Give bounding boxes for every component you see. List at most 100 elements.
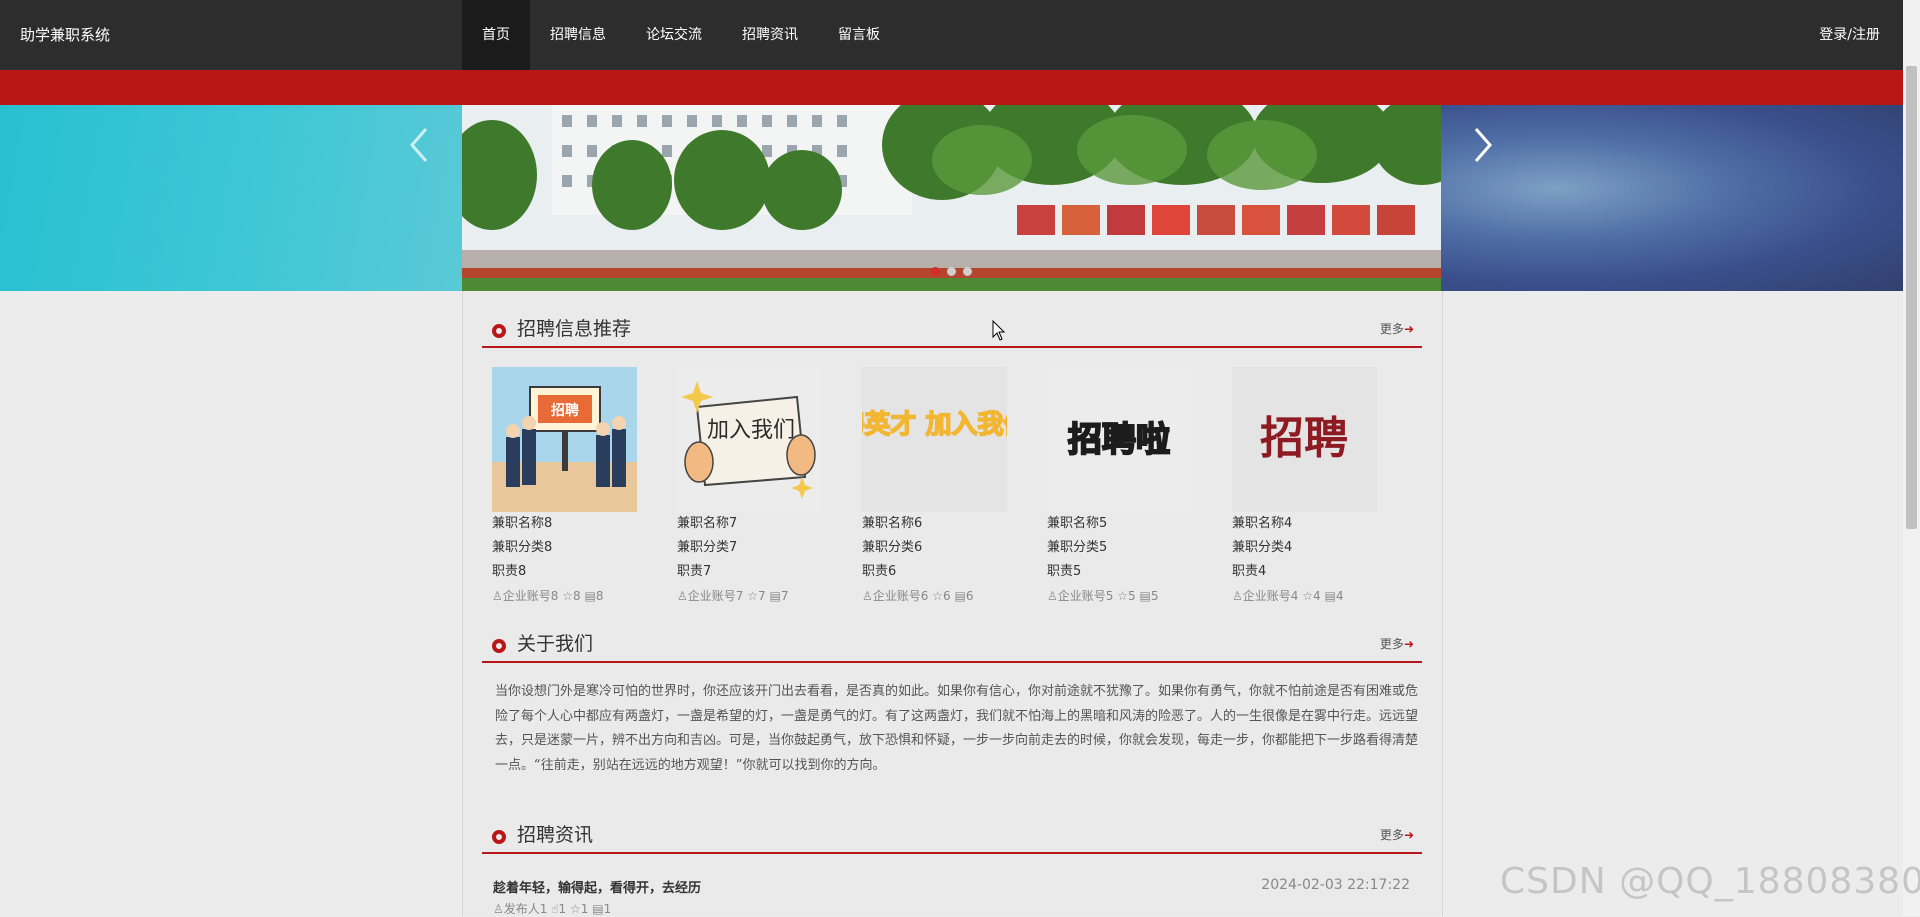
campus-photo (462, 105, 1441, 291)
job-category: 兼职分类8 (492, 540, 553, 555)
star-count: 1 (580, 902, 589, 916)
star-count: 8 (573, 589, 581, 603)
circle-bullet-icon (492, 324, 506, 338)
job-name[interactable]: 兼职名称4 (1232, 512, 1382, 536)
star-count: 6 (943, 589, 951, 603)
news-item-title[interactable]: 趁着年轻，输得起，看得开，去经历 (493, 877, 701, 896)
nav-home[interactable]: 首页 (462, 0, 530, 70)
thumbs-up-icon: ☝ (551, 902, 559, 916)
circle-bullet-icon (492, 830, 506, 844)
banner-slide-image[interactable] (462, 105, 1441, 291)
hiring-banner-illustration: 招聘啦 (1047, 367, 1192, 512)
star-icon: ☆ (932, 589, 943, 603)
comment-icon: ▤ (592, 902, 604, 916)
job-image[interactable]: 诚聘英才 加入我们吧 (862, 367, 1007, 512)
top-navbar: 助学兼职系统 首页 招聘信息 论坛交流 招聘资讯 留言板 登录/注册 (0, 0, 1903, 70)
chevron-right-icon[interactable] (1462, 125, 1502, 165)
job-card[interactable]: 招聘 兼职名称4 兼职分类4 职责4 ♙企业账号4 ☆4 ▤4 (1232, 367, 1382, 608)
accent-bar (0, 70, 1903, 105)
star-count: 7 (758, 589, 766, 603)
comment-icon: ▤ (769, 589, 781, 603)
arrow-right-icon: ➜ (1403, 637, 1414, 651)
carousel-dot-3[interactable] (963, 267, 972, 276)
join-us-illustration: 加入我们 (677, 367, 822, 512)
circle-bullet-icon (492, 639, 506, 653)
comment-count: 8 (595, 589, 604, 603)
login-register-link[interactable]: 登录/注册 (1800, 0, 1880, 70)
scrollbar-thumb[interactable] (1906, 66, 1917, 529)
section-title-jobs: 招聘信息推荐 (517, 318, 632, 340)
user-icon: ♙ (677, 589, 688, 603)
image-caption-3: 诚聘英才 加入我们吧 (862, 410, 1007, 440)
star-icon: ☆ (1117, 589, 1128, 603)
about-paragraph: 当你设想门外是寒冷可怕的世界时，你还应该开门出去看看，是否真的如此。如果你有信心… (495, 684, 1419, 773)
job-image[interactable]: 招聘啦 (1047, 367, 1192, 512)
company-account: 企业账号5 (1057, 589, 1114, 603)
star-icon: ☆ (747, 589, 758, 603)
user-icon: ♙ (492, 589, 503, 603)
job-name[interactable]: 兼职名称6 (862, 512, 1012, 536)
more-link-news[interactable]: 更多➜ (1380, 826, 1414, 843)
nav-news[interactable]: 招聘资讯 (732, 0, 808, 70)
watermark: CSDN @QQ_188083800 (1500, 861, 1920, 902)
more-link-jobs[interactable]: 更多➜ (1380, 320, 1414, 337)
job-category: 兼职分类7 (677, 540, 738, 555)
like-count: 1 (558, 902, 567, 916)
job-name[interactable]: 兼职名称7 (677, 512, 827, 536)
job-card[interactable]: 招聘啦 兼职名称5 兼职分类5 职责5 ♙企业账号5 ☆5 ▤5 (1047, 367, 1197, 608)
job-card[interactable]: 诚聘英才 加入我们吧 兼职名称6 兼职分类6 职责6 ♙企业账号6 ☆6 ▤6 (862, 367, 1012, 608)
job-name[interactable]: 兼职名称8 (492, 512, 642, 536)
comment-count: 5 (1150, 589, 1159, 603)
job-duty: 职责7 (677, 564, 712, 579)
job-card[interactable]: 加入我们 兼职名称7 兼职分类7 职责7 ♙企业账号7 ☆7 ▤7 (677, 367, 827, 608)
arrow-right-icon: ➜ (1403, 828, 1414, 842)
image-caption-1: 招聘 (551, 402, 579, 419)
nav-jobs[interactable]: 招聘信息 (540, 0, 616, 70)
mouse-cursor-icon (992, 319, 1006, 346)
hiring-talent-illustration: 诚聘英才 加入我们吧 (862, 367, 1007, 512)
comment-count: 7 (780, 589, 789, 603)
job-image[interactable]: 加入我们 (677, 367, 822, 512)
star-icon: ☆ (570, 902, 581, 916)
arrow-right-icon: ➜ (1403, 322, 1414, 336)
job-meta: ♙企业账号5 ☆5 ▤5 (1047, 584, 1197, 608)
chevron-left-icon[interactable] (400, 125, 440, 165)
job-duty: 职责4 (1232, 564, 1267, 579)
more-link-about[interactable]: 更多➜ (1380, 635, 1414, 652)
comment-count: 6 (965, 589, 974, 603)
news-item-date: 2024-02-03 22:17:22 (1261, 877, 1410, 893)
company-account: 企业账号8 (502, 589, 559, 603)
job-card[interactable]: 招聘 兼职名称8 兼职分类8 职责8 ♙企业账号8 ☆8 ▤8 (492, 367, 642, 608)
carousel-dot-1[interactable] (931, 267, 940, 276)
job-category: 兼职分类6 (862, 540, 923, 555)
comment-icon: ▤ (584, 589, 596, 603)
recruit-illustration: 招聘 (492, 367, 637, 512)
job-name[interactable]: 兼职名称5 (1047, 512, 1197, 536)
image-caption-2: 加入我们 (707, 418, 795, 443)
job-meta: ♙企业账号7 ☆7 ▤7 (677, 584, 827, 608)
company-account: 企业账号4 (1242, 589, 1299, 603)
news-author: 发布人1 (503, 902, 548, 916)
carousel-dot-2[interactable] (947, 267, 956, 276)
nav-messages[interactable]: 留言板 (828, 0, 890, 70)
star-count: 4 (1313, 589, 1321, 603)
image-caption-4: 招聘啦 (1068, 420, 1170, 460)
job-image[interactable]: 招聘 (1232, 367, 1377, 512)
banner-side-left (0, 105, 462, 291)
job-meta: ♙企业账号6 ☆6 ▤6 (862, 584, 1012, 608)
comment-icon: ▤ (954, 589, 966, 603)
job-category: 兼职分类5 (1047, 540, 1108, 555)
comment-icon: ▤ (1324, 589, 1336, 603)
site-brand[interactable]: 助学兼职系统 (20, 0, 110, 70)
comment-icon: ▤ (1139, 589, 1151, 603)
job-image[interactable]: 招聘 (492, 367, 637, 512)
user-icon: ♙ (493, 902, 504, 916)
job-category: 兼职分类4 (1232, 540, 1293, 555)
job-meta: ♙企业账号4 ☆4 ▤4 (1232, 584, 1382, 608)
nav-forum[interactable]: 论坛交流 (636, 0, 712, 70)
job-meta: ♙企业账号8 ☆8 ▤8 (492, 584, 642, 608)
job-duty: 职责5 (1047, 564, 1082, 579)
comment-count: 4 (1335, 589, 1344, 603)
company-account: 企业账号7 (687, 589, 744, 603)
user-icon: ♙ (1047, 589, 1058, 603)
